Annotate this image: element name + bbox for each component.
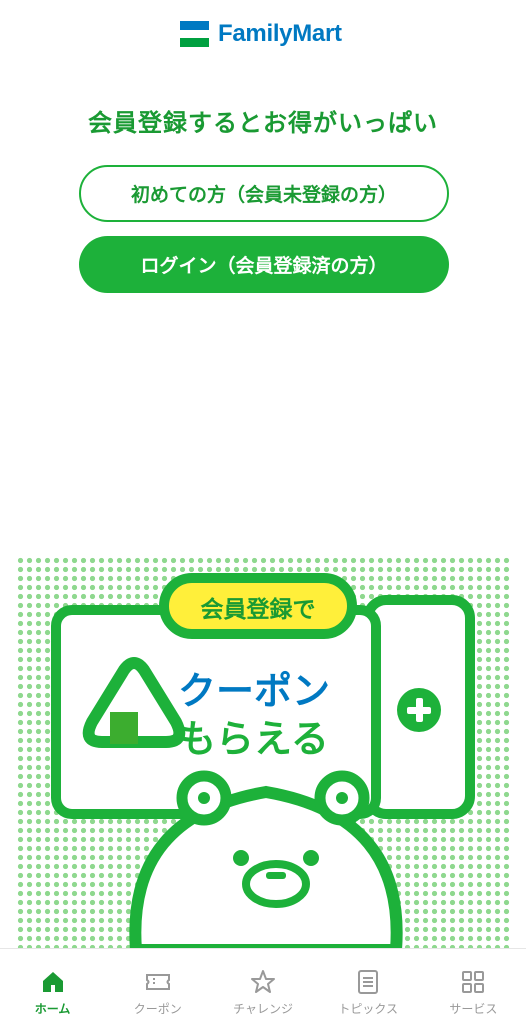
app-header: FamilyMart [0,0,526,70]
tab-coupon-label: クーポン [133,1002,182,1016]
banner-coupon-text: クーポン [178,669,331,713]
plus-icon [397,688,441,732]
login-button[interactable]: ログイン（会員登録済の方） [79,236,449,293]
tab-challenge[interactable]: チャレンジ [210,949,315,1024]
brand-name: FamilyMart [218,20,342,47]
bottom-tab-bar: ホーム クーポン チャレンジ トピックス サービス [0,948,526,1024]
tab-services[interactable]: サービス [421,949,526,1024]
tab-topics-label: トピックス [338,1002,399,1016]
coupon-promo-banner[interactable]: 会員登録で クーポン もらえる [16,556,511,950]
document-icon [358,970,379,994]
familymart-logo: FamilyMart [180,20,342,48]
grid-icon [462,971,485,993]
tab-home[interactable]: ホーム [0,949,105,1024]
tab-home-label: ホーム [34,1002,71,1016]
register-button-label: 初めての方（会員未登録の方） [130,184,397,206]
tab-topics[interactable]: トピックス [316,949,421,1024]
familymart-logo-mark [180,21,209,47]
tab-coupon[interactable]: クーポン [105,949,210,1024]
page-headline: 会員登録するとお得がいっぱい [88,109,438,137]
coupon-icon [145,974,170,990]
star-icon [251,970,275,993]
register-button[interactable]: 初めての方（会員未登録の方） [79,165,449,222]
login-button-label: ログイン（会員登録済の方） [140,255,388,277]
tab-challenge-label: チャレンジ [233,1002,293,1016]
home-icon [42,972,63,992]
tab-services-label: サービス [449,1002,498,1016]
banner-tag-text: 会員登録で [200,597,316,623]
banner-get-text: もらえる [178,717,329,761]
